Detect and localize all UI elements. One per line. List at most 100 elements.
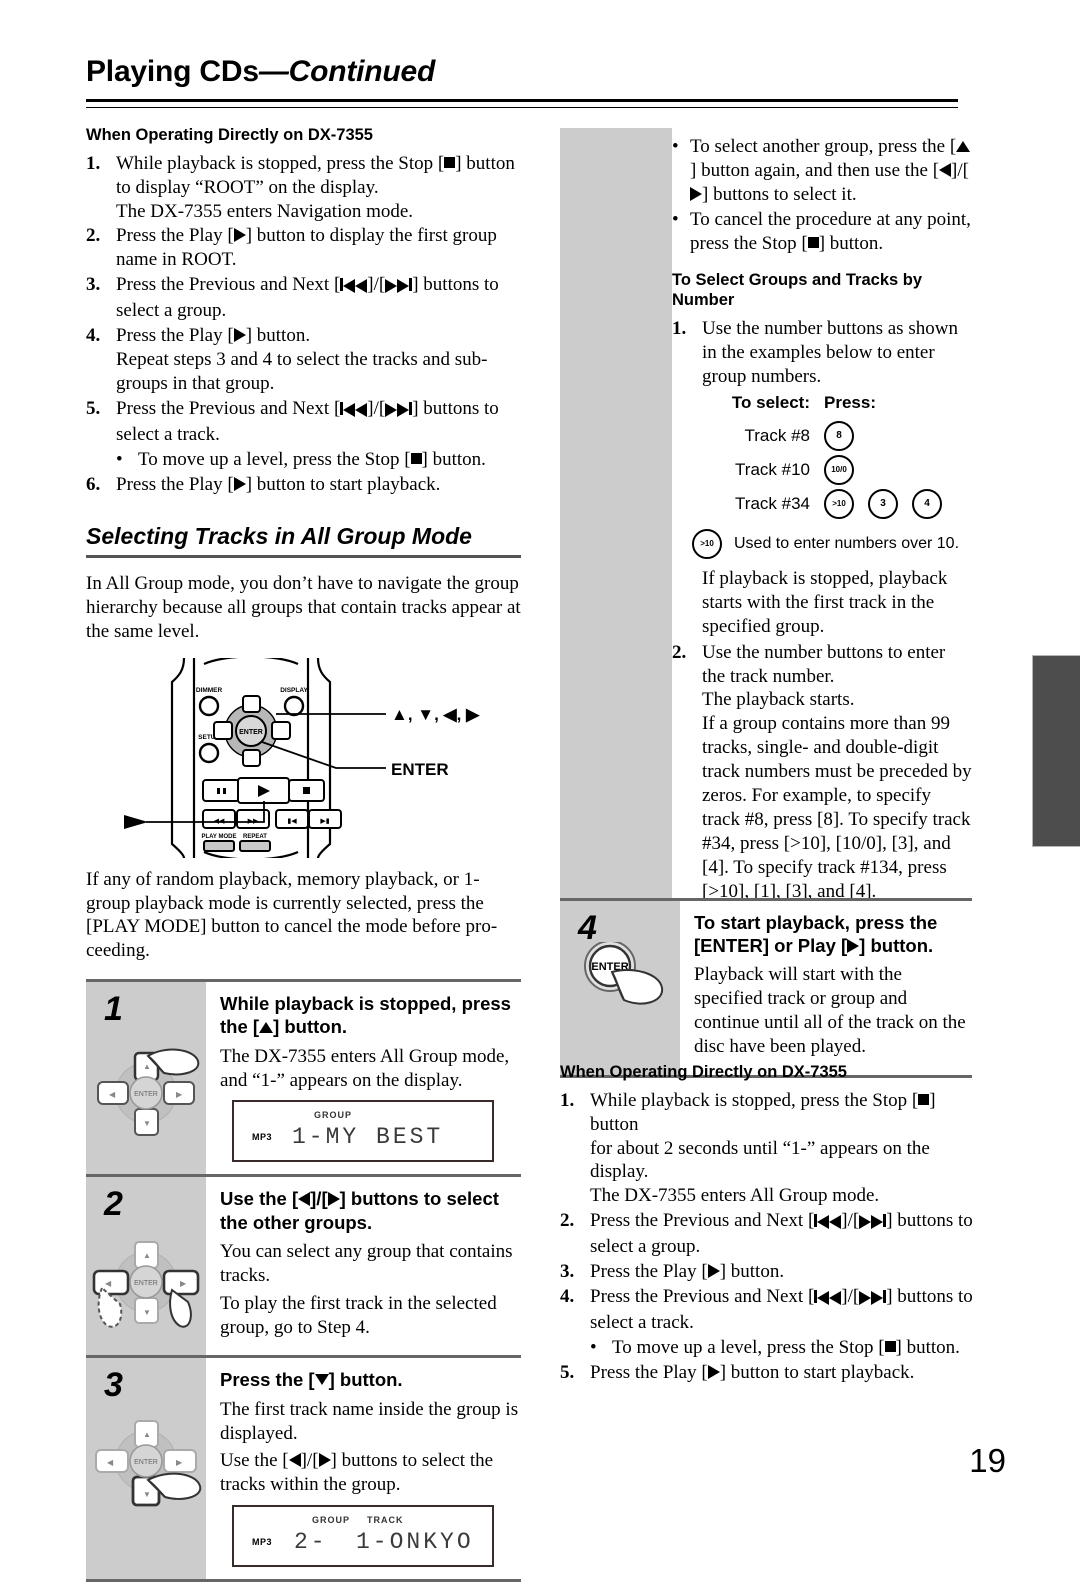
step-box-4: 4 ENTER To start playback, press the [EN… (560, 898, 972, 1078)
step-box-4-wrapper: 4 ENTER To start playback, press the [EN… (560, 898, 972, 1078)
step-graphic-panel: 4 ENTER (560, 901, 680, 1075)
svg-text:▼: ▼ (143, 1490, 151, 1499)
right-steps-list: 1. While playback is stopped, press the … (560, 1089, 980, 1385)
step-number-badge: 2 (104, 1185, 123, 1224)
step-line: Press the Play [] button to start playba… (590, 1361, 915, 1383)
svg-text:◀: ◀ (105, 1279, 112, 1288)
table-row: Track #10 10/0 (692, 453, 972, 487)
track-indicator: TRACK (367, 1515, 404, 1526)
column-header-press: Press: (824, 392, 876, 412)
svg-text:ENTER: ENTER (134, 1280, 158, 1287)
remote-control-illustration: DIMMER DISPLAY SETUP ENTER ◀◀ ▶▶ ▮◀ ▶▮ P… (86, 654, 521, 861)
repeat-button (239, 839, 271, 852)
step-number: 5. (86, 398, 101, 419)
stop-icon (884, 1341, 896, 1352)
right-column-gray-band (560, 128, 672, 900)
svg-text:▶: ▶ (176, 1458, 183, 1467)
list-item-bullet: • To move up a level, press the Stop [] … (86, 448, 521, 472)
step-number: 5. (560, 1361, 575, 1383)
step-line: While playback is stopped, press the Sto… (116, 152, 515, 174)
step-line: While playback is stopped, press the Sto… (590, 1089, 936, 1135)
left-column: When Operating Directly on DX-7355 1. Wh… (86, 125, 521, 1582)
list-item: 6. Press the Play [] button to start pla… (86, 473, 521, 497)
step-line: Press the Previous and Next []/[] button… (116, 397, 521, 423)
list-item: 5. Press the Previous and Next []/[] but… (86, 397, 521, 447)
lcd-display-1: MP3 GROUP 1-MY BEST (232, 1100, 494, 1163)
step-title: While playback is stopped, press the [] … (220, 993, 511, 1038)
step-line: to display “ROOT” on the display. (116, 176, 379, 198)
step-number: 3. (86, 274, 101, 296)
table-row: Track #34 >10 3 4 (692, 487, 972, 521)
step-line: If a group contains more than 99 tracks,… (702, 713, 972, 902)
step-graphic-panel: 1 ENTER ▲ ▼ ◀ ▶ (86, 982, 206, 1175)
dpad-graphic-up: ENTER ▲ ▼ ◀ ▶ (97, 1048, 200, 1137)
svg-text:ENTER: ENTER (134, 1091, 158, 1098)
step-text-panel: To start playback, press the [ENTER] or … (680, 901, 972, 1075)
display-label: DISPLAY (280, 687, 308, 694)
step-box-3: 3 ENTER ▲ ▼ ◀ ▶ Press the [] button. Th… (86, 1355, 521, 1582)
number-button-over10[interactable]: >10 (824, 488, 854, 519)
step-number: 6. (86, 473, 101, 495)
bullet-text: To cancel the procedure at any point, pr… (690, 208, 971, 254)
step-box-2: 2 ENTER ▲ ▼ ◀ ▶ Use the []/[] buttons … (86, 1174, 521, 1356)
step-line: select a group. (116, 300, 227, 322)
left-arrow-icon (939, 162, 952, 177)
step-line: Press the Play [] button to display the … (116, 225, 497, 247)
step-text: Use the number buttons as shown in the e… (702, 317, 958, 387)
step-line: The DX-7355 enters Navigation mode. (116, 200, 414, 222)
table-footnote: >10 Used to enter numbers over 10. (692, 528, 972, 559)
svg-text:▶▮: ▶▮ (320, 818, 329, 825)
step-graphic-panel: 3 ENTER ▲ ▼ ◀ ▶ (86, 1358, 206, 1580)
previous-icon (340, 275, 368, 299)
list-item-bullet: • To move up a level, press the Stop [] … (560, 1336, 980, 1360)
footnote-text: Used to enter numbers over 10. (734, 534, 960, 552)
manual-page: Playing CDs—Continued When Operating Dir… (0, 0, 1080, 1582)
list-item: 2. Press the Play [] button to display t… (86, 224, 521, 272)
step-line: Press the Previous and Next []/[] button… (116, 273, 521, 299)
step-paragraph: The DX-7355 enters All Group mode, and “… (220, 1045, 510, 1091)
callout-enter-label: ENTER (391, 760, 449, 779)
dpad-right (271, 720, 291, 740)
step-text-panel: While playback is stopped, press the [] … (206, 982, 521, 1174)
play-mode-button (203, 839, 235, 852)
number-button-8[interactable]: 8 (824, 420, 854, 451)
number-button-table: To select: Press: Track #8 8 Track #10 1… (692, 393, 972, 559)
bullet-item: • To move up a level, press the Stop [] … (116, 448, 521, 472)
right-arrow-icon (327, 1192, 340, 1207)
svg-text:◀: ◀ (107, 1458, 114, 1467)
step-line: Use the number buttons to enter the trac… (702, 641, 946, 687)
step-box-1: 1 ENTER ▲ ▼ ◀ ▶ While playback is stoppe… (86, 979, 521, 1175)
number-button-4[interactable]: 4 (912, 488, 942, 519)
enter-button-graphic: ENTER (584, 940, 664, 1005)
bullet-text: To move up a level, press the Stop [] bu… (612, 1337, 960, 1358)
play-icon (847, 939, 860, 954)
number-button-3[interactable]: 3 (868, 488, 898, 519)
step-line: Press the Play [] button. (590, 1261, 785, 1283)
step-number: 2. (672, 641, 687, 663)
step-boxes: 1 ENTER ▲ ▼ ◀ ▶ While playback is stoppe… (86, 979, 521, 1582)
step-line: Press the Play [] button to start playba… (116, 473, 441, 495)
bullet-dot: • (590, 1337, 597, 1358)
play-icon (233, 328, 246, 343)
number-button-10-0[interactable]: 10/0 (824, 454, 854, 485)
bullet-dot: • (116, 448, 123, 470)
section-intro: In All Group mode, you don’t have to nav… (86, 572, 521, 642)
list-item: 1. While playback is stopped, press the … (560, 1089, 980, 1209)
step-line: groups in that group. (116, 373, 275, 395)
right-arrow-icon (690, 186, 702, 201)
play-icon (233, 228, 246, 243)
page-header: Playing CDs—Continued (86, 55, 958, 89)
play-icon (707, 1364, 720, 1379)
repeat-label: REPEAT (243, 834, 267, 840)
right-column: • To select another group, press the [] … (672, 135, 972, 904)
svg-text:▲: ▲ (143, 1430, 151, 1439)
row-label: Track #10 (735, 459, 810, 479)
bullet-dot: • (672, 136, 679, 157)
stop-icon (918, 1093, 930, 1105)
step-paragraph: Playback will start with the specified t… (694, 964, 966, 1058)
step-line: The DX-7355 enters All Group mode. (590, 1185, 880, 1207)
svg-text:▲: ▲ (143, 1251, 151, 1260)
next-icon (385, 399, 413, 423)
bullet-item: • To select another group, press the [] … (672, 135, 972, 207)
step-line: for about 2 seconds until “1-” appears o… (590, 1137, 930, 1183)
